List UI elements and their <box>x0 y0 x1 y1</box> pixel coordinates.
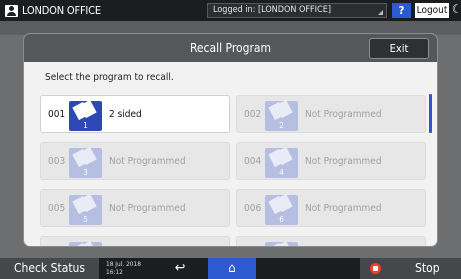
program-icon-number: 2 <box>279 121 284 130</box>
date-time: 18 Jul. 2018 16:12 <box>106 260 141 276</box>
program-label: 2 sided <box>109 109 142 120</box>
program-icon-number: 1 <box>83 121 88 130</box>
time-text: 16:12 <box>106 268 123 276</box>
program-number: 003 <box>48 156 66 167</box>
program-item-006[interactable]: 006 6 Not Programmed <box>236 189 426 227</box>
program-copy-icon: 4 <box>265 147 298 178</box>
program-label: Not Programmed <box>109 203 186 214</box>
date-text: 18 Jul. 2018 <box>106 260 141 268</box>
program-copy-icon: 3 <box>69 147 102 178</box>
login-status-text: Logged in: [LONDON OFFICE] <box>213 5 331 15</box>
stop-icon <box>370 263 381 274</box>
program-number: 006 <box>244 203 262 214</box>
program-number: 005 <box>48 203 66 214</box>
user-icon <box>5 4 18 17</box>
home-icon: ⌂ <box>228 261 236 276</box>
program-label: Not Programmed <box>305 203 382 214</box>
program-icon-number: 5 <box>83 215 88 224</box>
program-grid: 001 1 2 sided 002 2 Not Programmed 003 3… <box>40 95 430 246</box>
exit-button[interactable]: Exit <box>369 38 429 59</box>
program-icon-number: 4 <box>279 168 284 177</box>
program-item-partial[interactable] <box>236 236 426 246</box>
program-item-005[interactable]: 005 5 Not Programmed <box>40 189 230 227</box>
program-item-partial[interactable] <box>40 236 230 246</box>
recall-program-dialog: Recall Program Exit Select the program t… <box>24 34 437 246</box>
scrollbar[interactable] <box>429 94 432 244</box>
top-status-bar: LONDON OFFICE Logged in: [LONDON OFFICE]… <box>0 0 461 21</box>
program-item-004[interactable]: 004 4 Not Programmed <box>236 142 426 180</box>
program-item-003[interactable]: 003 3 Not Programmed <box>40 142 230 180</box>
expand-corner-icon <box>378 10 383 15</box>
energy-saver-moon-icon[interactable]: ☾ <box>452 2 461 16</box>
program-copy-icon: 2 <box>265 100 298 131</box>
program-copy-icon: 1 <box>69 100 102 131</box>
stop-button[interactable]: Stop <box>360 258 461 279</box>
program-number: 002 <box>244 109 262 120</box>
scrollbar-thumb[interactable] <box>429 94 432 133</box>
program-copy-icon: 6 <box>265 194 298 225</box>
logout-button[interactable]: Logout <box>415 3 449 18</box>
program-label: Not Programmed <box>109 156 186 167</box>
home-button[interactable]: ⌂ <box>208 258 256 279</box>
program-icon-number: 3 <box>83 168 88 177</box>
program-item-001[interactable]: 001 1 2 sided <box>40 95 230 133</box>
login-status-field: Logged in: [LONDON OFFICE] <box>207 3 387 18</box>
program-number: 001 <box>48 109 66 120</box>
program-item-002[interactable]: 002 2 Not Programmed <box>236 95 426 133</box>
program-number: 004 <box>244 156 262 167</box>
bottom-bar: Check Status 18 Jul. 2018 16:12 ↩ ⌂ Stop <box>0 258 461 279</box>
program-label: Not Programmed <box>305 156 382 167</box>
back-arrow-icon[interactable]: ↩ <box>169 258 191 279</box>
check-status-button[interactable]: Check Status <box>0 258 99 279</box>
dialog-header: Recall Program Exit <box>24 34 437 62</box>
user-office[interactable]: LONDON OFFICE <box>5 3 101 18</box>
program-icon-number: 6 <box>279 215 284 224</box>
office-name: LONDON OFFICE <box>22 4 101 17</box>
background-strip <box>0 21 461 35</box>
program-label: Not Programmed <box>305 109 382 120</box>
program-copy-icon: 5 <box>69 194 102 225</box>
dialog-prompt: Select the program to recall. <box>45 72 174 83</box>
program-copy-icon <box>265 241 298 246</box>
help-button[interactable]: ? <box>392 3 411 18</box>
stop-label: Stop <box>415 261 440 275</box>
program-copy-icon <box>69 241 102 246</box>
